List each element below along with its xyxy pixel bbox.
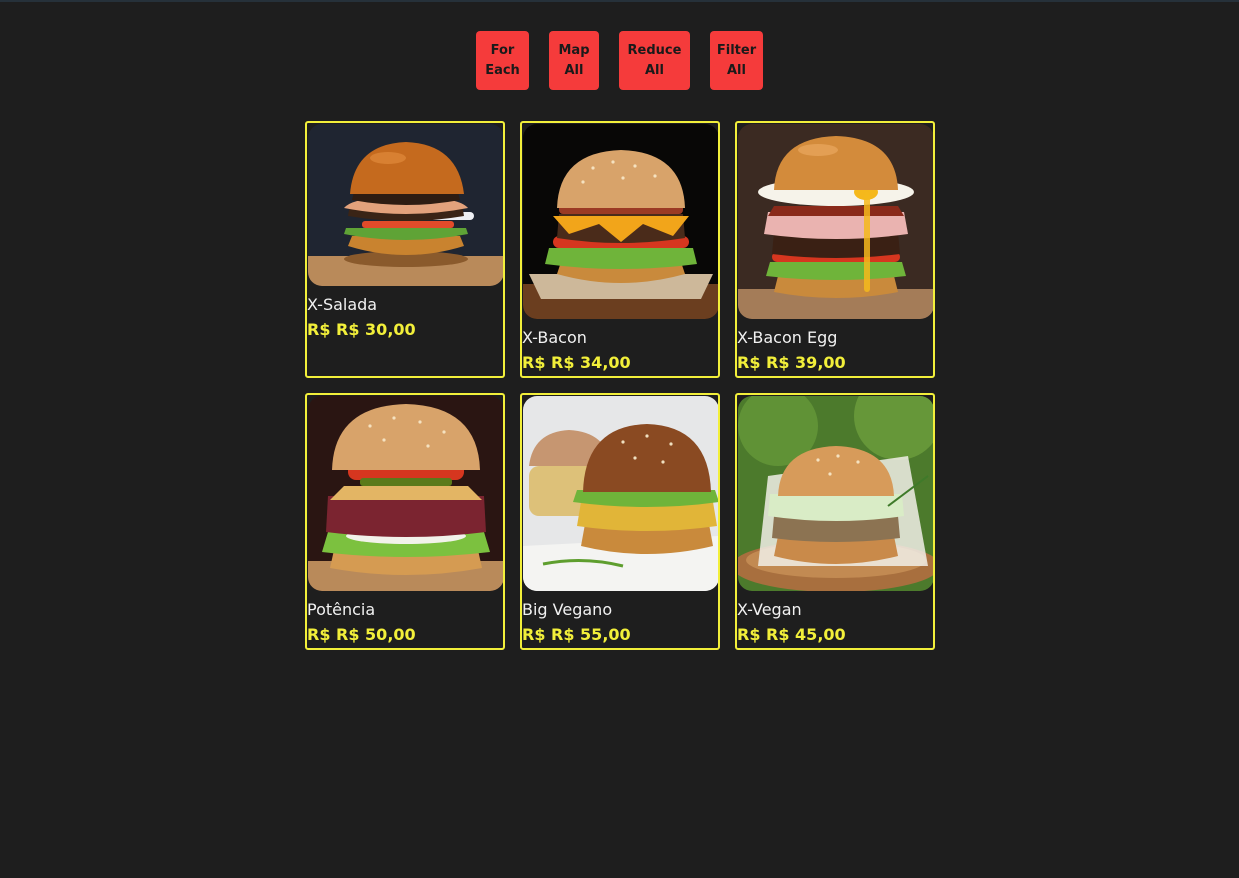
reduce-all-button[interactable]: Reduce All bbox=[619, 31, 690, 90]
product-card-x-vegan[interactable]: X-Vegan R$ R$ 45,00 bbox=[735, 393, 935, 650]
product-image bbox=[308, 124, 503, 286]
product-price: R$ R$ 50,00 bbox=[307, 625, 416, 644]
product-image bbox=[523, 396, 718, 591]
toolbar: For Each Map All Reduce All Filter All bbox=[0, 31, 1239, 91]
product-name: X-Bacon Egg bbox=[737, 328, 838, 347]
product-card-x-salada[interactable]: X-Salada R$ R$ 30,00 bbox=[305, 121, 505, 378]
product-card-x-bacon-egg[interactable]: X-Bacon Egg R$ R$ 39,00 bbox=[735, 121, 935, 378]
product-name: X-Vegan bbox=[737, 600, 802, 619]
product-card-x-bacon[interactable]: X-Bacon R$ R$ 34,00 bbox=[520, 121, 720, 378]
window-top-border bbox=[0, 0, 1239, 2]
product-image bbox=[523, 124, 718, 319]
product-image bbox=[308, 396, 503, 591]
product-price: R$ R$ 30,00 bbox=[307, 320, 416, 339]
product-name: Potência bbox=[307, 600, 376, 619]
product-grid: X-Salada R$ R$ 30,00 X-Bacon R$ R$ 34,00… bbox=[305, 121, 935, 651]
product-card-potencia[interactable]: Potência R$ R$ 50,00 bbox=[305, 393, 505, 650]
for-each-button[interactable]: For Each bbox=[476, 31, 529, 90]
product-name: X-Salada bbox=[307, 295, 378, 314]
product-image bbox=[738, 396, 933, 591]
product-price: R$ R$ 34,00 bbox=[522, 353, 631, 372]
product-card-big-vegano[interactable]: Big Vegano R$ R$ 55,00 bbox=[520, 393, 720, 650]
product-price: R$ R$ 39,00 bbox=[737, 353, 846, 372]
filter-all-button[interactable]: Filter All bbox=[710, 31, 763, 90]
product-name: X-Bacon bbox=[522, 328, 587, 347]
map-all-button[interactable]: Map All bbox=[549, 31, 599, 90]
product-price: R$ R$ 45,00 bbox=[737, 625, 846, 644]
product-image bbox=[738, 124, 933, 319]
product-name: Big Vegano bbox=[522, 600, 613, 619]
product-price: R$ R$ 55,00 bbox=[522, 625, 631, 644]
